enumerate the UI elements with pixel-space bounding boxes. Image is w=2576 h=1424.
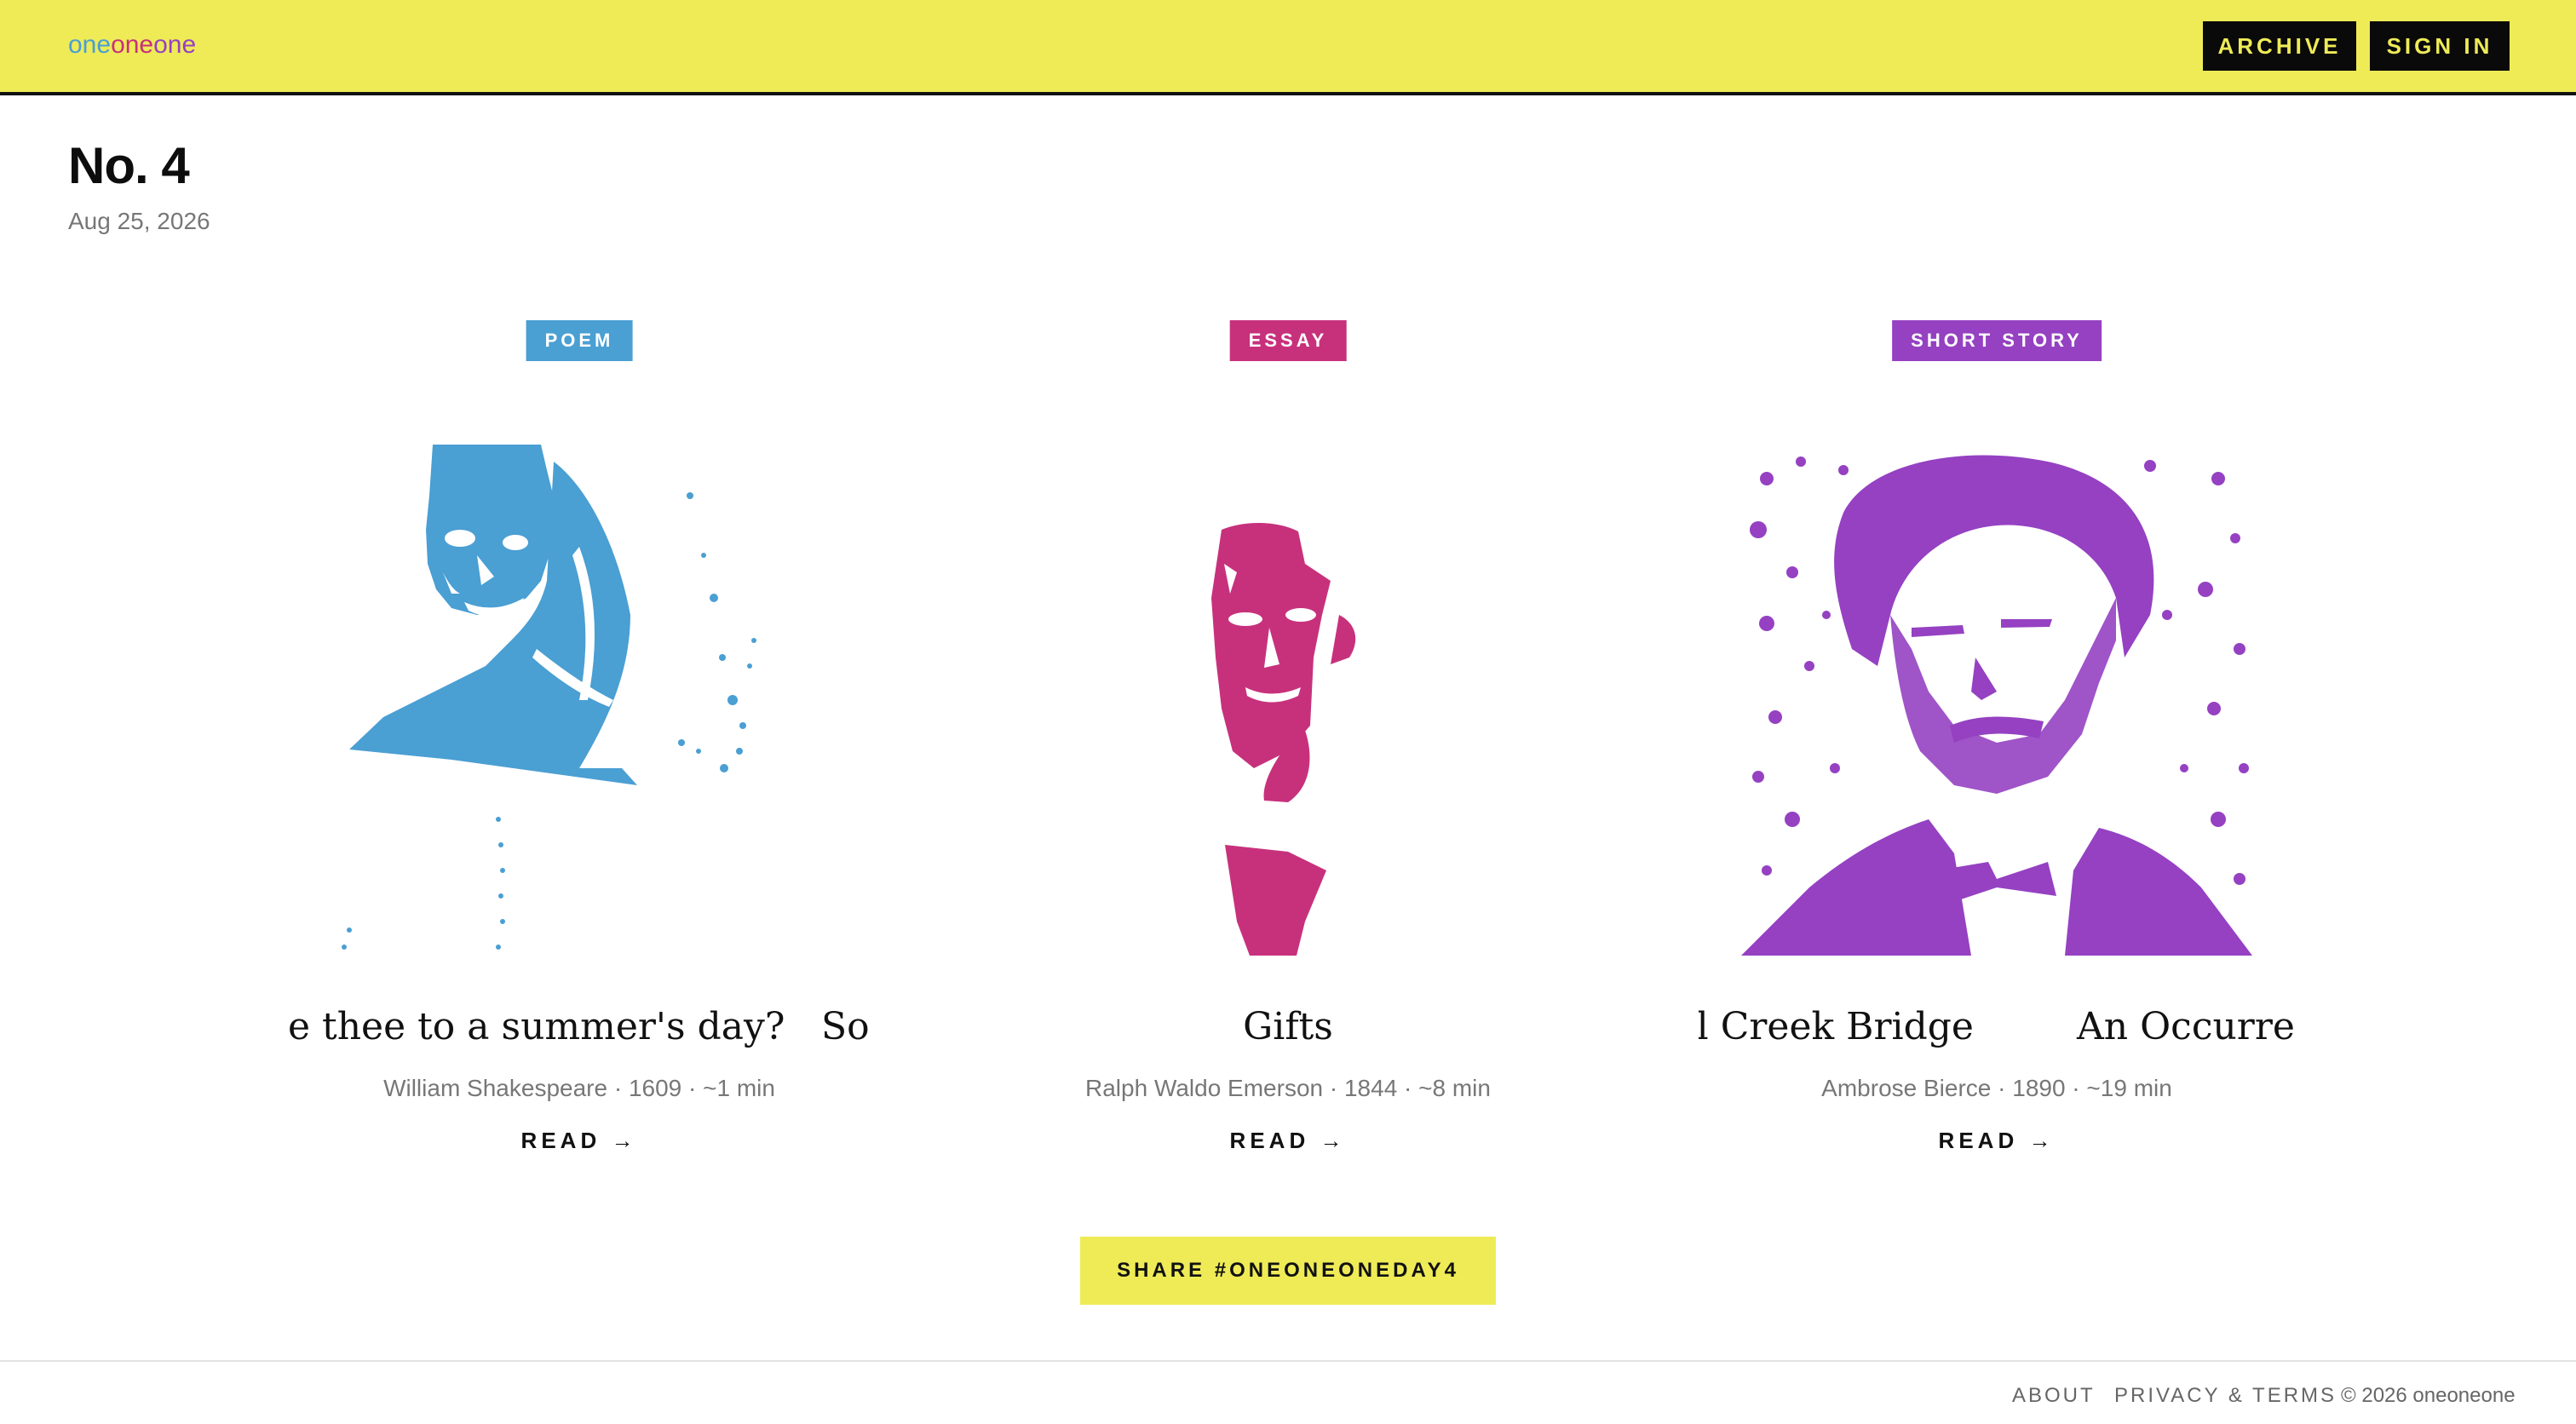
copyright-text: © 2026 oneoneone [2341, 1384, 2516, 1407]
logo-part-1: one [68, 31, 112, 59]
category-tag-poem: POEM [526, 320, 633, 361]
work-meta-poem: William Shakespeare · 1609 · ~1 min [383, 1075, 775, 1101]
emerson-portrait-icon[interactable] [1032, 445, 1544, 956]
issue-number: No. 4 [68, 137, 190, 194]
site-header: oneoneone ARCHIVE SIGN IN [0, 0, 2576, 95]
archive-button[interactable]: ARCHIVE [2203, 21, 2356, 71]
work-meta-short-story: Ambrose Bierce · 1890 · ~19 min [1821, 1075, 2172, 1101]
logo-part-3: one [153, 31, 197, 59]
work-card-essay: ESSAY Gifts Ralph Waldo Emerson · 1844 ·… [990, 320, 1586, 1163]
work-title-poem-part-a: e thee to a summer's day? [288, 1005, 785, 1048]
site-footer: ABOUT PRIVACY & TERMS © 2026 oneoneone [0, 1360, 2576, 1424]
bierce-portrait-icon[interactable] [1741, 445, 2252, 956]
logo-part-2: one [111, 31, 154, 59]
about-link[interactable]: ABOUT [2012, 1384, 2096, 1408]
shakespeare-portrait-icon[interactable] [324, 445, 835, 956]
read-button-short-story[interactable]: READ → [1699, 1128, 2295, 1154]
read-button-poem[interactable]: READ → [281, 1128, 877, 1154]
category-tag-essay: ESSAY [1229, 320, 1347, 361]
work-card-short-story: SHORT STORY l Creek Bridge An Occurre Am… [1699, 320, 2295, 1163]
work-card-poem: POEM e thee to a summer's day? So Willia… [281, 320, 877, 1163]
category-tag-short-story: SHORT STORY [1892, 320, 2102, 361]
sign-in-button[interactable]: SIGN IN [2370, 21, 2510, 71]
work-title-essay-text: Gifts [1243, 1005, 1333, 1048]
work-title-short-story[interactable]: wl Creek Bridge An Occurre [1699, 998, 2295, 1058]
share-button[interactable]: SHARE #ONEONEONEDAY4 [1080, 1237, 1496, 1305]
privacy-terms-link[interactable]: PRIVACY & TERMS [2114, 1384, 2337, 1408]
work-title-poem-part-b: So [821, 1005, 870, 1048]
work-title-short-story-part-b: An Occurre [2077, 1005, 2295, 1048]
work-meta-essay: Ralph Waldo Emerson · 1844 · ~8 min [1085, 1075, 1491, 1101]
work-title-poem[interactable]: e thee to a summer's day? So [281, 998, 877, 1058]
work-title-essay[interactable]: Gifts [990, 998, 1586, 1058]
issue-date: Aug 25, 2026 [68, 208, 210, 234]
read-button-essay[interactable]: READ → [990, 1128, 1586, 1154]
site-logo[interactable]: oneoneone [68, 31, 196, 60]
work-title-short-story-part-a: wl Creek Bridge [1699, 1005, 1974, 1048]
